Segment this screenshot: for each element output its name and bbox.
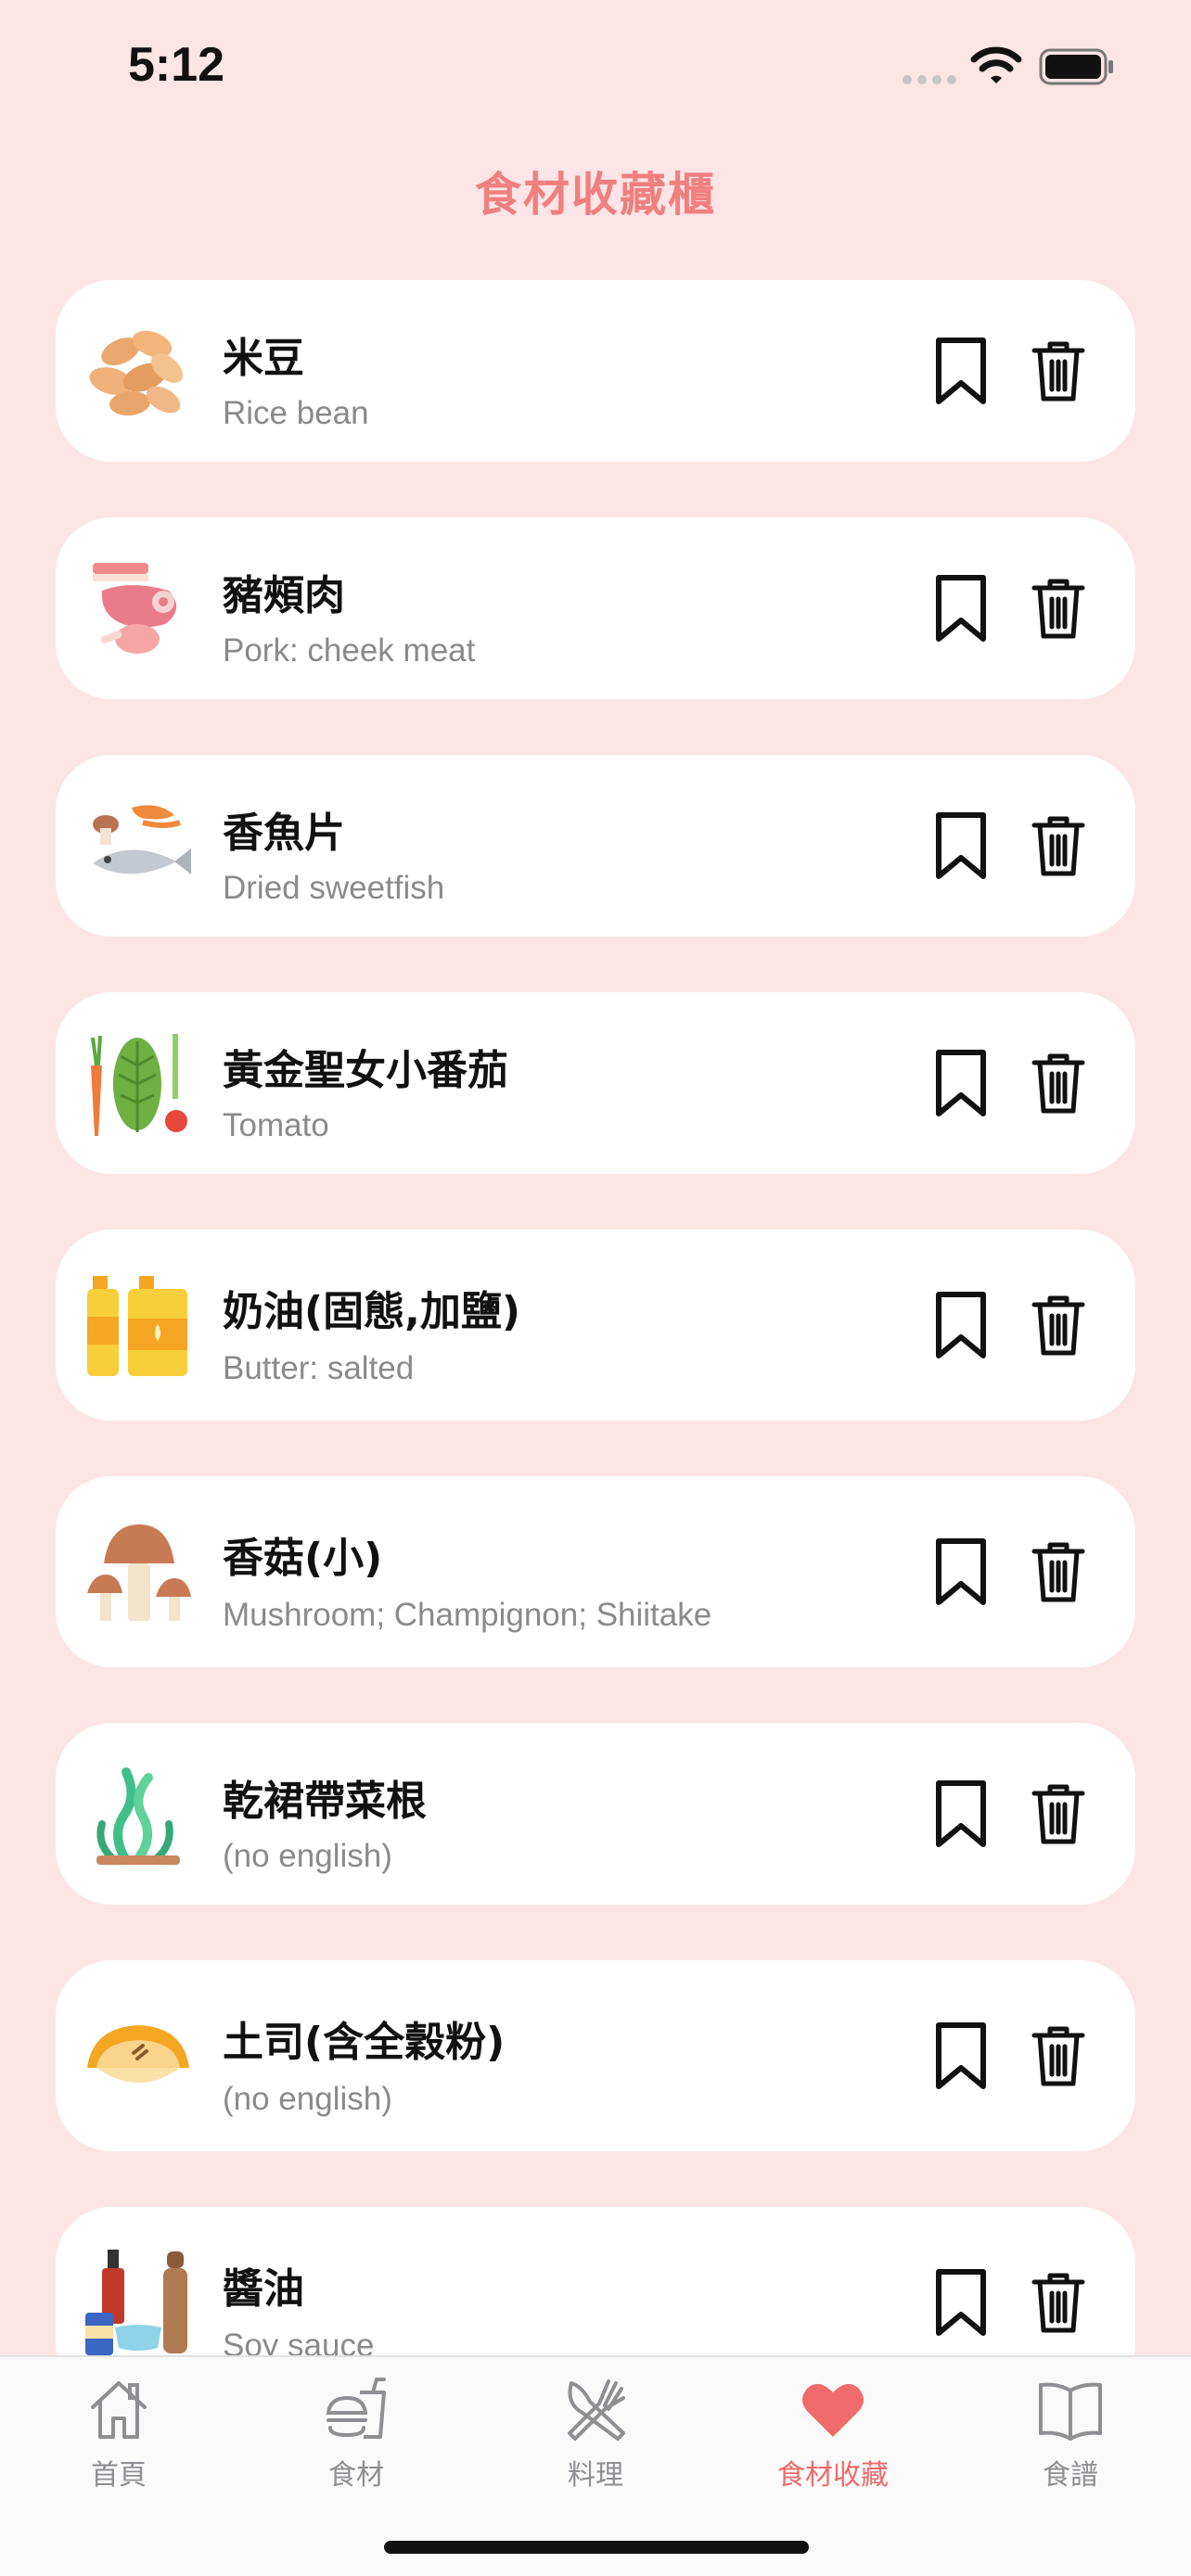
item-english: Butter: salted: [223, 1350, 415, 1386]
trash-icon[interactable]: [1031, 1782, 1085, 1845]
bookmark-icon[interactable]: [935, 337, 987, 405]
item-english: (no english): [223, 1838, 392, 1874]
bookmark-icon[interactable]: [935, 1779, 987, 1848]
tab-ingredients[interactable]: 食材: [273, 2376, 440, 2493]
item-english: Rice bean: [223, 395, 369, 431]
item-name: 米豆: [223, 335, 304, 382]
trash-icon[interactable]: [1031, 1540, 1085, 1603]
item-english: Mushroom; Champignon; Shiitake: [223, 1597, 712, 1633]
bookmark-icon[interactable]: [935, 2021, 987, 2090]
list-item[interactable]: 香菇(小) Mushroom; Champignon; Shiitake: [56, 1476, 1135, 1667]
book-icon: [1039, 2382, 1102, 2441]
item-name: 土司(含全穀粉): [223, 2019, 506, 2066]
trash-icon[interactable]: [1031, 1294, 1085, 1357]
item-name: 乾裙帶菜根: [223, 1778, 427, 1825]
item-name: 香菇(小): [223, 1535, 383, 1582]
tab-label: 食材: [328, 2459, 384, 2492]
wifi-icon: [970, 46, 1022, 83]
food-icon: [326, 2378, 386, 2439]
tab-label: 料理: [568, 2459, 623, 2492]
tab-bar: 首頁 食材 料理 食材收藏 食譜: [0, 2355, 1191, 2576]
tab-label: 食材收藏: [777, 2459, 889, 2492]
item-english: (no english): [223, 2081, 392, 2117]
item-name: 奶油(固態,加鹽): [223, 1288, 520, 1335]
item-name: 黃金聖女小番茄: [223, 1047, 508, 1094]
tab-label: 食譜: [1043, 2459, 1098, 2492]
home-indicator: [384, 2541, 809, 2554]
list-item[interactable]: 米豆 Rice bean: [56, 280, 1135, 462]
tab-recipes[interactable]: 食譜: [987, 2376, 1154, 2493]
list-item[interactable]: 豬頰肉 Pork: cheek meat: [56, 517, 1135, 699]
bookmark-icon[interactable]: [935, 574, 987, 643]
list-item[interactable]: 香魚片 Dried sweetfish: [56, 755, 1135, 937]
oil-bottles-icon: [87, 1276, 187, 1376]
tab-home[interactable]: 首頁: [35, 2376, 202, 2493]
beans-icon: [89, 330, 184, 416]
page-title: 食材收藏櫃: [475, 168, 716, 222]
status-time: 5:12: [128, 38, 225, 92]
trash-icon[interactable]: [1031, 2024, 1085, 2087]
home-icon: [91, 2381, 147, 2439]
bookmark-icon[interactable]: [935, 1537, 987, 1606]
list-item[interactable]: 黃金聖女小番茄 Tomato: [56, 992, 1135, 1174]
item-english: Tomato: [223, 1107, 329, 1143]
pastry-icon: [87, 2025, 189, 2083]
bookmark-icon[interactable]: [935, 2268, 987, 2337]
vegetables-icon: [91, 1034, 187, 1136]
trash-icon[interactable]: [1031, 2271, 1085, 2334]
tab-favorites[interactable]: 食材收藏: [749, 2376, 916, 2493]
trash-icon[interactable]: [1031, 577, 1085, 640]
trash-icon[interactable]: [1031, 1052, 1085, 1115]
list-item[interactable]: 奶油(固態,加鹽) Butter: salted: [56, 1230, 1135, 1421]
item-english: Pork: cheek meat: [223, 632, 476, 669]
status-bar: 5:12: [0, 0, 1191, 139]
tab-label: 首頁: [91, 2459, 147, 2492]
bookmark-icon[interactable]: [935, 1049, 987, 1117]
meat-icon: [93, 563, 177, 654]
condiments-icon: [85, 2250, 187, 2355]
item-name: 香魚片: [223, 810, 345, 857]
heart-icon: [802, 2383, 864, 2437]
item-name: 醬油: [223, 2265, 304, 2313]
list-item[interactable]: 乾裙帶菜根 (no english): [56, 1723, 1135, 1905]
seaweed-icon: [96, 1767, 180, 1865]
seafood-icon: [93, 805, 191, 874]
bookmark-icon[interactable]: [935, 1291, 987, 1359]
signal-icon: [903, 75, 956, 84]
mushroom-icon: [87, 1524, 191, 1621]
item-english: Dried sweetfish: [223, 870, 445, 906]
item-name: 豬頰肉: [223, 572, 345, 619]
trash-icon[interactable]: [1031, 339, 1085, 402]
list-item[interactable]: 土司(含全穀粉) (no english): [56, 1960, 1135, 2151]
utensils-icon: [568, 2379, 625, 2441]
trash-icon[interactable]: [1031, 814, 1085, 877]
tab-dishes[interactable]: 料理: [512, 2376, 679, 2493]
bookmark-icon[interactable]: [935, 811, 987, 880]
battery-icon: [1039, 48, 1113, 85]
